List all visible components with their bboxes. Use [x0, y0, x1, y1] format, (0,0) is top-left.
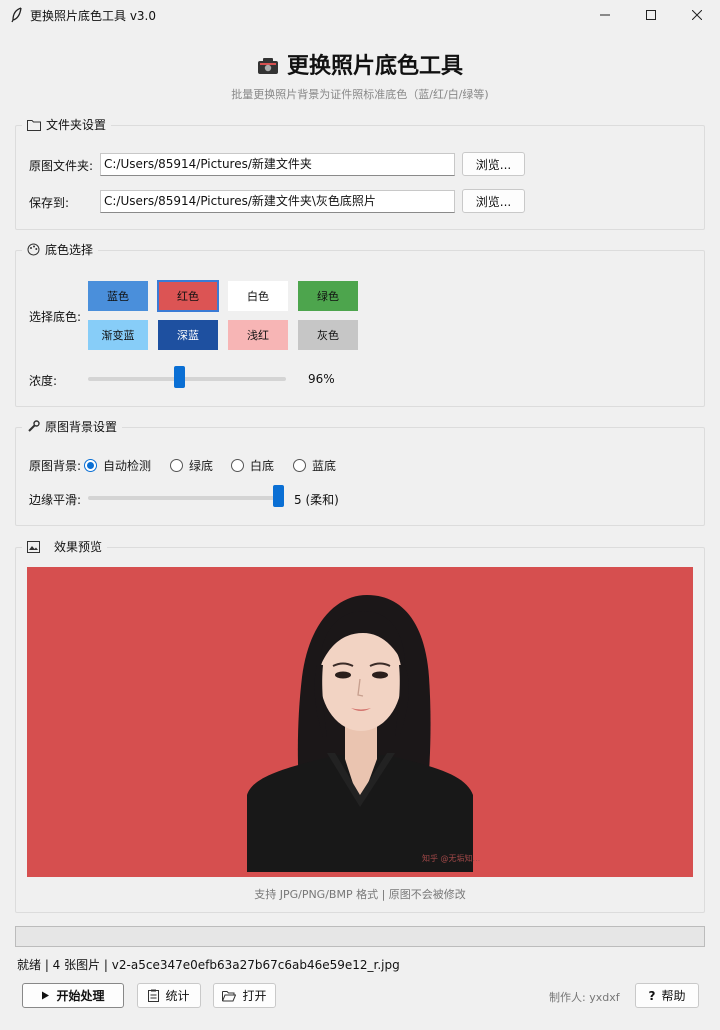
help-label: 帮助 — [661, 989, 686, 1003]
folder-settings-group: 文件夹设置 原图文件夹: C:/Users/85914/Pictures/新建文… — [15, 116, 705, 230]
wrench-icon — [28, 420, 40, 432]
background-settings-legend: 原图背景设置 — [22, 418, 123, 435]
open-button[interactable]: 打开 — [213, 983, 276, 1008]
color-swatch-label: 浅红 — [247, 329, 269, 342]
color-swatch-label: 蓝色 — [107, 290, 129, 303]
save-browse-button[interactable]: 浏览... — [462, 189, 525, 213]
title-bar: 更换照片底色工具 v3.0 — [0, 0, 720, 30]
preview-legend: 效果预览 — [22, 538, 108, 555]
color-selection-legend: 底色选择 — [22, 241, 99, 258]
close-icon — [692, 10, 702, 20]
edge-smooth-slider[interactable] — [88, 496, 284, 500]
radio-indicator — [170, 459, 183, 472]
camera-icon — [257, 58, 278, 74]
picture-icon — [27, 540, 40, 553]
color-swatch-7[interactable]: 灰色 — [298, 320, 358, 350]
color-selection-title: 底色选择 — [45, 243, 94, 257]
radio-label: 蓝底 — [312, 459, 337, 473]
color-swatch-4[interactable]: 渐变蓝 — [88, 320, 148, 350]
stats-button[interactable]: 统计 — [137, 983, 201, 1008]
start-processing-label: 开始处理 — [56, 989, 105, 1003]
color-swatch-3[interactable]: 绿色 — [298, 281, 358, 311]
color-swatch-2[interactable]: 白色 — [228, 281, 288, 311]
feather-icon — [11, 7, 22, 23]
color-swatch-label: 深蓝 — [177, 329, 199, 342]
palette-icon — [27, 243, 40, 256]
edge-smooth-slider-thumb[interactable] — [273, 485, 284, 507]
radio-label: 绿底 — [189, 459, 214, 473]
background-settings-title: 原图背景设置 — [45, 420, 118, 434]
radio-indicator — [231, 459, 244, 472]
density-slider-thumb[interactable] — [174, 366, 186, 388]
source-browse-button[interactable]: 浏览... — [462, 152, 525, 176]
open-label: 打开 — [242, 989, 267, 1003]
help-button[interactable]: ? 帮助 — [635, 983, 699, 1008]
source-folder-label: 原图文件夹: — [29, 159, 94, 173]
folder-settings-title: 文件夹设置 — [46, 118, 107, 132]
author-label: 制作人: yxdxf — [549, 991, 620, 1004]
color-swatch-label: 渐变蓝 — [101, 329, 135, 342]
preview-image: 知乎 @无垢知... — [27, 567, 693, 877]
question-icon: ? — [648, 988, 656, 1003]
preview-watermark: 知乎 @无垢知... — [422, 853, 480, 863]
minimize-icon — [600, 14, 610, 16]
density-label: 浓度: — [29, 374, 58, 388]
radio-label: 白底 — [250, 459, 275, 473]
color-swatch-5[interactable]: 深蓝 — [158, 320, 218, 350]
page-title-text: 更换照片底色工具 — [286, 54, 463, 79]
start-processing-button[interactable]: 开始处理 — [22, 983, 124, 1008]
color-swatch-1[interactable]: 红色 — [157, 280, 219, 312]
stats-label: 统计 — [165, 989, 190, 1003]
folder-icon — [27, 119, 41, 131]
minimize-button[interactable] — [582, 0, 628, 30]
edge-smooth-value: 5 (柔和) — [294, 493, 339, 507]
color-swatch-label: 白色 — [247, 290, 269, 303]
original-bg-radio-1[interactable]: 绿底 — [170, 457, 213, 474]
radio-indicator — [293, 459, 306, 472]
color-swatch-6[interactable]: 浅红 — [228, 320, 288, 350]
original-bg-label: 原图背景: — [29, 459, 82, 473]
color-swatch-label: 绿色 — [317, 290, 339, 303]
choose-color-label: 选择底色: — [29, 310, 82, 324]
density-slider[interactable] — [88, 377, 286, 381]
original-bg-radio-0[interactable]: 自动检测 — [84, 457, 151, 474]
play-icon — [42, 991, 50, 1000]
progress-bar — [15, 926, 705, 947]
original-bg-radio-2[interactable]: 白底 — [231, 457, 274, 474]
close-button[interactable] — [674, 0, 720, 30]
save-folder-input[interactable]: C:/Users/85914/Pictures/新建文件夹\灰色底照片 — [100, 190, 455, 213]
color-swatch-0[interactable]: 蓝色 — [88, 281, 148, 311]
density-value: 96% — [308, 372, 335, 386]
folder-settings-legend: 文件夹设置 — [22, 116, 112, 133]
portrait-photo: 知乎 @无垢知... — [247, 595, 480, 872]
color-selection-group: 底色选择 选择底色: 蓝色 红色 白色 绿色渐变蓝 深蓝 浅红 灰色 浓度: 96% — [15, 241, 705, 407]
page-title: 更换照片底色工具 — [0, 48, 720, 80]
page-subtitle: 批量更换照片背景为证件照标准底色（蓝/红/白/绿等) — [231, 88, 489, 101]
color-swatch-label: 灰色 — [317, 329, 339, 342]
background-settings-group: 原图背景设置 原图背景: 自动检测 绿底 白底 蓝底 边缘平滑: 5 (柔和) — [15, 418, 705, 526]
maximize-button[interactable] — [628, 0, 674, 30]
preview-note: 支持 JPG/PNG/BMP 格式 | 原图不会被修改 — [254, 888, 466, 901]
save-folder-label: 保存到: — [29, 196, 70, 210]
maximize-icon — [646, 10, 656, 20]
source-folder-input[interactable]: C:/Users/85914/Pictures/新建文件夹 — [100, 153, 455, 176]
edge-smooth-label: 边缘平滑: — [29, 493, 82, 507]
radio-indicator — [84, 459, 97, 472]
radio-label: 自动检测 — [103, 459, 152, 473]
color-swatch-label: 红色 — [177, 290, 199, 303]
window-title: 更换照片底色工具 v3.0 — [30, 9, 157, 23]
preview-title: 效果预览 — [54, 540, 103, 554]
status-text: 就绪 | 4 张图片 | v2-a5ce347e0efb63a27b67c6ab… — [17, 958, 400, 972]
original-bg-radio-3[interactable]: 蓝底 — [293, 457, 336, 474]
clipboard-icon — [148, 989, 160, 1002]
open-folder-icon — [222, 990, 237, 1001]
